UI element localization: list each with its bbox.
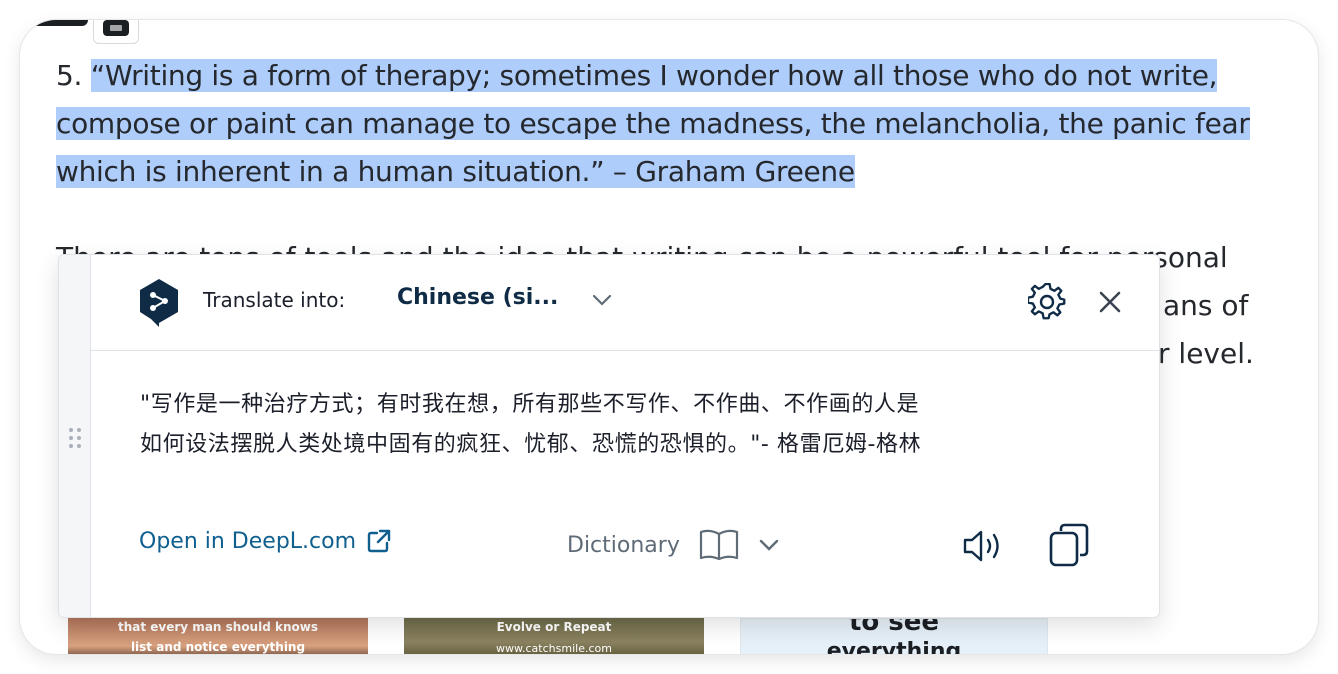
article-thumbnail-3[interactable]: to see everything <box>740 618 1048 654</box>
thumbnail-subcaption: www.catchsmile.com <box>496 642 612 654</box>
popup-header: Translate into: Chinese (si... <box>91 255 1159 351</box>
copy-icon[interactable] <box>1047 521 1093 569</box>
drag-handle-icon[interactable] <box>67 427 83 449</box>
quote-line-2: compose or paint can manage to escape th… <box>56 107 1250 140</box>
gear-icon[interactable] <box>1028 283 1066 321</box>
paragraph-line-2-tail: ans of <box>1163 289 1249 322</box>
open-in-deepl-label: Open in DeepL.com <box>139 528 357 554</box>
chevron-down-icon[interactable] <box>591 293 613 307</box>
translation-line-1: "写作是一种治疗方式；有时我在想，所有那些不写作、不作曲、不作画的人是 <box>140 392 920 417</box>
article-thumbnail-2[interactable]: Evolve or Repeat www.catchsmile.com <box>404 618 704 654</box>
external-link-icon <box>367 529 391 553</box>
translate-into-label: Translate into: <box>203 288 346 312</box>
open-in-deepl-link[interactable]: Open in DeepL.com <box>139 528 392 554</box>
thumbnail-subcaption: everything <box>826 639 962 654</box>
deepl-translation-popup: Translate into: Chinese (si... "写作是一种治疗方… <box>58 254 1160 618</box>
chevron-down-icon[interactable] <box>758 538 780 552</box>
deepl-logo <box>140 279 178 327</box>
book-icon <box>699 529 738 561</box>
dictionary-label: Dictionary <box>567 532 680 558</box>
quote-line-3: which is inherent in a human situation.”… <box>56 155 855 188</box>
article-thumbnail-1[interactable]: that every man should knows list and not… <box>68 618 368 654</box>
translation-text: "写作是一种治疗方式；有时我在想，所有那些不写作、不作曲、不作画的人是 如何设法… <box>140 385 1120 465</box>
thumbnail-caption: to see <box>848 618 940 637</box>
close-icon[interactable] <box>1097 289 1123 315</box>
dark-tab-edge <box>20 20 88 26</box>
paragraph-line-3-tail: r level. <box>1158 337 1254 370</box>
extension-icon <box>103 20 129 36</box>
target-language-select[interactable]: Chinese (si... <box>397 285 558 310</box>
thumbnail-caption: Evolve or Repeat <box>496 620 612 634</box>
thumbnail-caption: that every man should knows <box>118 620 318 634</box>
translation-line-2: 如何设法摆脱人类处境中固有的疯狂、忧郁、恐慌的恐惧的。"- 格雷厄姆-格林 <box>140 432 922 457</box>
thumbnail-subcaption: list and notice everything <box>130 640 306 654</box>
browser-page: 5. “Writing is a form of therapy; someti… <box>20 20 1318 654</box>
dictionary-button[interactable]: Dictionary <box>567 528 780 562</box>
speaker-icon[interactable] <box>961 527 1005 565</box>
extension-icon-button[interactable] <box>93 20 139 44</box>
quote-number: 5. <box>56 59 83 92</box>
quote-line-1: “Writing is a form of therapy; sometimes… <box>90 59 1218 92</box>
popup-drag-strip[interactable] <box>59 255 91 617</box>
selected-quote[interactable]: 5. “Writing is a form of therapy; someti… <box>56 52 1276 196</box>
